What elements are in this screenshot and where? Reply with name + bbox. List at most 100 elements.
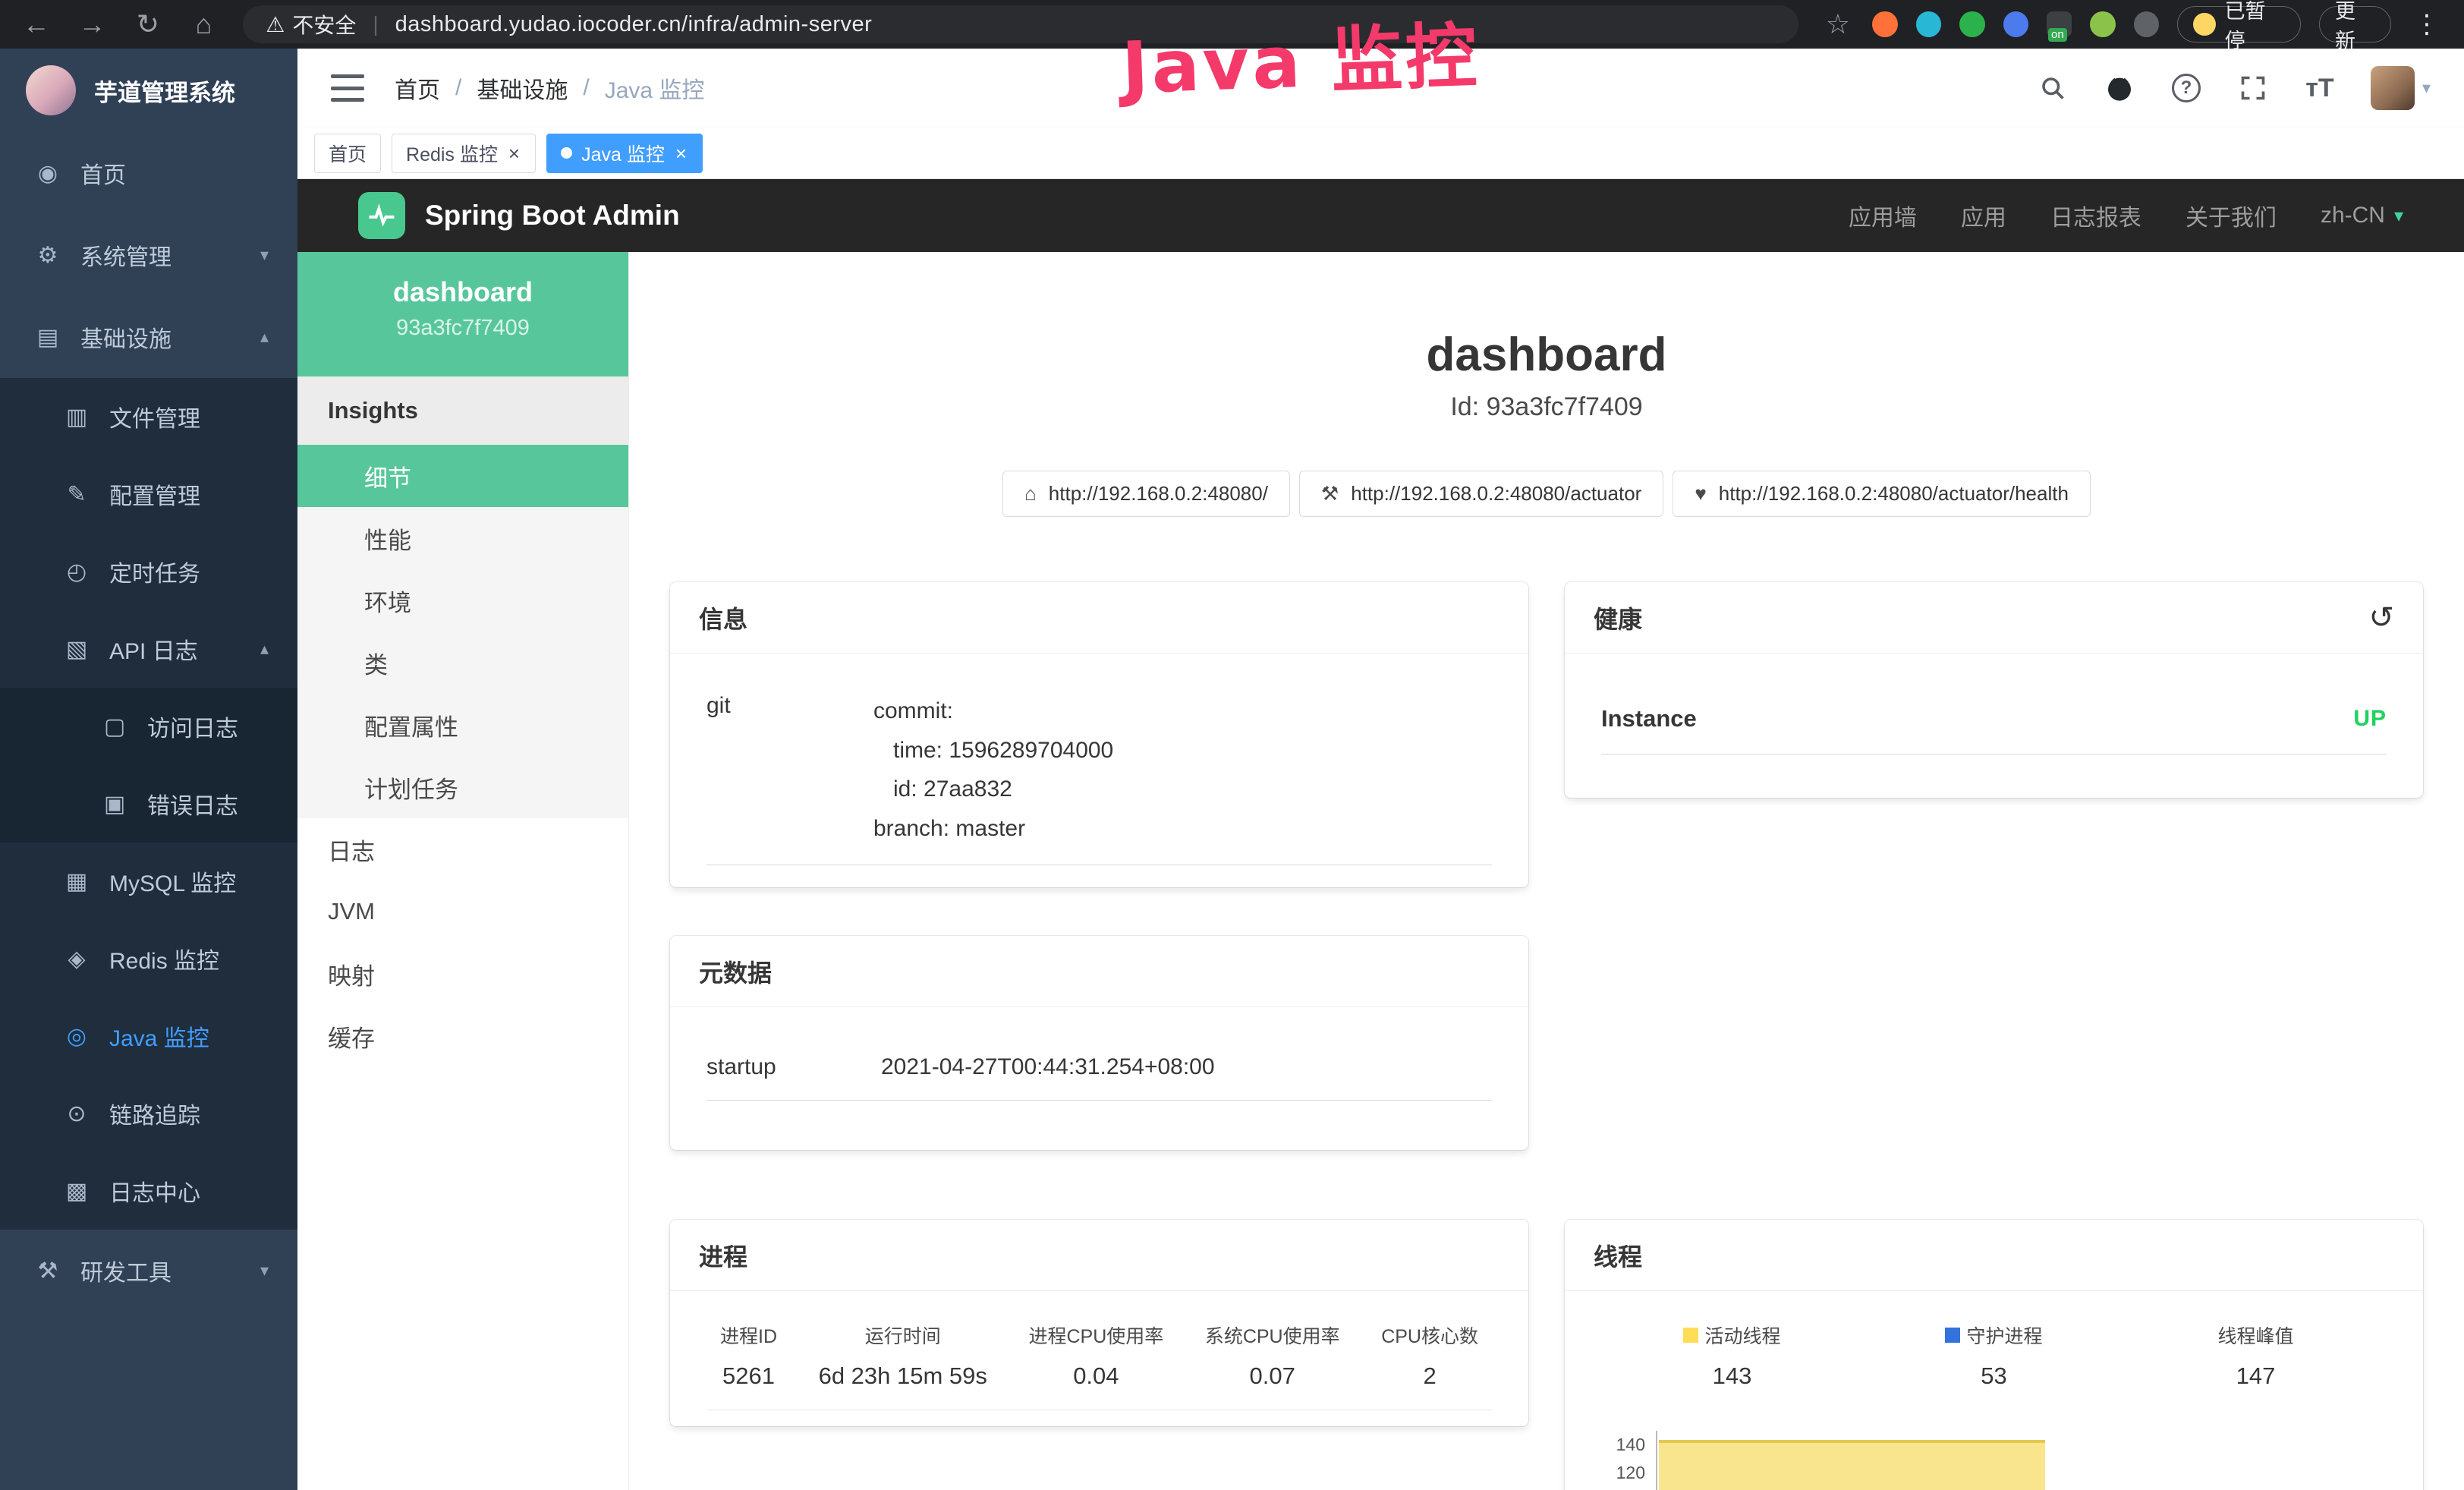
sidebar-item-system[interactable]: ⚙ 系统管理 ▾ — [0, 214, 297, 296]
git-time-line: time: 1596289704000 — [873, 731, 1492, 770]
status-badge: UP — [2353, 706, 2387, 732]
legend-swatch-live — [1683, 1328, 1698, 1343]
reload-icon[interactable]: ↻ — [131, 8, 165, 40]
sidebar-item-infra[interactable]: ▤ 基础设施 ▴ — [0, 296, 297, 378]
user-menu[interactable]: ▾ — [2371, 66, 2431, 110]
sidebar-item-java[interactable]: ◎ Java 监控 — [0, 997, 297, 1075]
git-id-line: id: 27aa832 — [873, 770, 1492, 809]
sba-nav-journal[interactable]: 日志报表 — [2050, 199, 2141, 232]
chevron-down-icon: ▾ — [260, 245, 269, 265]
breadcrumb-home[interactable]: 首页 — [395, 71, 440, 105]
threads-card-title: 线程 — [1594, 1238, 1642, 1273]
timer-icon: ◴ — [62, 559, 91, 585]
metadata-value: 2021-04-27T00:44:31.254+08:00 — [881, 1054, 1215, 1080]
instance-header[interactable]: dashboard 93a3fc7f7409 — [297, 252, 628, 376]
threads-chart-plot — [1656, 1431, 2387, 1490]
sidebar-item-file[interactable]: ▥ 文件管理 — [0, 378, 297, 455]
sba-menu-scheduledtasks[interactable]: 计划任务 — [297, 756, 628, 818]
legend-daemon-threads: 守护进程 53 — [1863, 1321, 2125, 1390]
file-icon: ▥ — [62, 404, 91, 430]
tag-redis[interactable]: Redis 监控 × — [392, 134, 536, 173]
history-icon[interactable]: ↺ — [2368, 600, 2394, 635]
extension-orange-icon[interactable] — [1872, 11, 1897, 37]
fullscreen-icon[interactable] — [2237, 72, 2269, 104]
cpu-cores: CPU核心数 2 — [1375, 1321, 1484, 1390]
collapse-sidebar-icon[interactable] — [331, 74, 364, 102]
app-title: 芋道管理系统 — [94, 74, 235, 108]
instance-health-link[interactable]: ♥ http://192.168.0.2:48080/actuator/heal… — [1673, 471, 2091, 517]
tag-home[interactable]: 首页 — [314, 134, 381, 173]
process-metrics-row: 进程ID 5261 运行时间 6d 23h 15m 59s 进程CPU使用率 0… — [706, 1311, 1492, 1410]
sba-nav-wallboard[interactable]: 应用墙 — [1849, 199, 1917, 232]
security-badge[interactable]: ⚠ 不安全 — [266, 9, 356, 39]
sba-menu-environment[interactable]: 环境 — [297, 569, 628, 632]
avatar — [2371, 66, 2415, 110]
health-instance-row[interactable]: Instance UP — [1601, 682, 2387, 754]
metadata-card-title: 元数据 — [699, 954, 772, 989]
live-threads-area — [1659, 1440, 2045, 1490]
extension-blue-icon[interactable] — [2003, 11, 2028, 37]
github-icon[interactable] — [2104, 72, 2135, 104]
process-card-title: 进程 — [699, 1238, 747, 1273]
locale-select[interactable]: zh-CN ▾ — [2321, 203, 2403, 228]
logo-avatar — [26, 65, 76, 115]
extension-green-icon[interactable] — [1959, 11, 1984, 37]
instance-home-link[interactable]: ⌂ http://192.168.0.2:48080/ — [1002, 471, 1290, 517]
bookmark-star-icon[interactable]: ☆ — [1821, 8, 1854, 40]
sidebar-item-api-log[interactable]: ▧ API 日志 ▴ — [0, 610, 297, 688]
font-size-icon[interactable]: тT — [2304, 72, 2336, 104]
sidebar-item-devtools[interactable]: ⚒ 研发工具 ▾ — [0, 1230, 297, 1312]
sba-menu-details[interactable]: 细节 — [297, 445, 628, 507]
sba-menu-metrics[interactable]: 性能 — [297, 507, 628, 569]
trace-icon: ⊙ — [62, 1101, 91, 1127]
sba-menu-caches[interactable]: 缓存 — [297, 1005, 628, 1067]
sba-menu-jvm[interactable]: JVM — [297, 880, 628, 943]
sidebar-item-redis[interactable]: ◈ Redis 监控 — [0, 920, 297, 997]
back-icon[interactable]: ← — [20, 8, 53, 40]
instance-actuator-link[interactable]: ⚒ http://192.168.0.2:48080/actuator — [1299, 471, 1663, 517]
extension-teal-icon[interactable] — [1916, 11, 1941, 37]
sba-menu-mappings[interactable]: 映射 — [297, 943, 628, 1005]
sba-brand[interactable]: Spring Boot Admin — [358, 192, 680, 239]
sba-menu-logfile[interactable]: 日志 — [297, 818, 628, 880]
breadcrumb-infra[interactable]: 基础设施 — [477, 71, 568, 105]
update-button[interactable]: 更新 — [2319, 6, 2391, 43]
sba-menu-classes[interactable]: 类 — [297, 632, 628, 694]
close-icon[interactable]: × — [507, 143, 521, 163]
sba-menu-configprops[interactable]: 配置属性 — [297, 694, 628, 756]
legend-peak-threads: 线程峰值 147 — [2125, 1321, 2387, 1390]
sidebar-item-error-log[interactable]: ▣ 错误日志 — [0, 765, 297, 843]
browser-actions: ☆ on 已暂停 更新 ⋮ — [1821, 6, 2444, 43]
extension-dark-icon[interactable]: on — [2047, 11, 2072, 37]
process-cpu: 进程CPU使用率 0.04 — [1022, 1321, 1169, 1390]
extension-on-badge: on — [2048, 28, 2067, 42]
help-icon[interactable]: ? — [2170, 72, 2202, 104]
sidebar-item-mysql[interactable]: ▦ MySQL 监控 — [0, 843, 297, 920]
sidebar-item-config[interactable]: ✎ 配置管理 — [0, 455, 297, 533]
search-icon[interactable] — [2037, 72, 2069, 104]
address-bar[interactable]: ⚠ 不安全 | dashboard.yudao.iocoder.cn/infra… — [243, 5, 1798, 43]
tag-java[interactable]: Java 监控 × — [546, 134, 703, 173]
sidebar-item-access-log[interactable]: ▢ 访问日志 — [0, 688, 297, 765]
chevron-up-icon: ▴ — [260, 639, 269, 659]
sba-nav-applications[interactable]: 应用 — [1961, 199, 2006, 232]
sidebar-item-home[interactable]: ◉ 首页 — [0, 132, 297, 214]
home-icon: ⌂ — [1024, 482, 1037, 506]
browser-menu-icon[interactable]: ⋮ — [2409, 9, 2444, 39]
sba-nav-about[interactable]: 关于我们 — [2186, 199, 2277, 232]
browser-home-icon[interactable]: ⌂ — [187, 8, 221, 40]
paused-badge[interactable]: 已暂停 — [2177, 6, 2301, 43]
app-logo[interactable]: 芋道管理系统 — [0, 49, 297, 132]
infrastructure-icon: ▤ — [33, 324, 62, 351]
extension-leaf-icon[interactable] — [2090, 11, 2115, 37]
sidebar-item-log-center[interactable]: ▩ 日志中心 — [0, 1152, 297, 1230]
screen: ← → ↻ ⌂ ⚠ 不安全 | dashboard.yudao.iocoder.… — [0, 0, 2464, 1490]
sidebar-item-job[interactable]: ◴ 定时任务 — [0, 533, 297, 610]
legend-live-threads: 活动线程 143 — [1601, 1321, 1863, 1390]
metadata-card: 元数据 startup 2021-04-27T00:44:31.254+08:0… — [670, 936, 1528, 1150]
close-icon[interactable]: × — [674, 143, 688, 163]
extensions-puzzle-icon[interactable] — [2134, 11, 2159, 37]
forward-icon[interactable]: → — [76, 8, 109, 40]
sidebar-item-trace[interactable]: ⊙ 链路追踪 — [0, 1075, 297, 1152]
url-separator: | — [373, 12, 378, 36]
